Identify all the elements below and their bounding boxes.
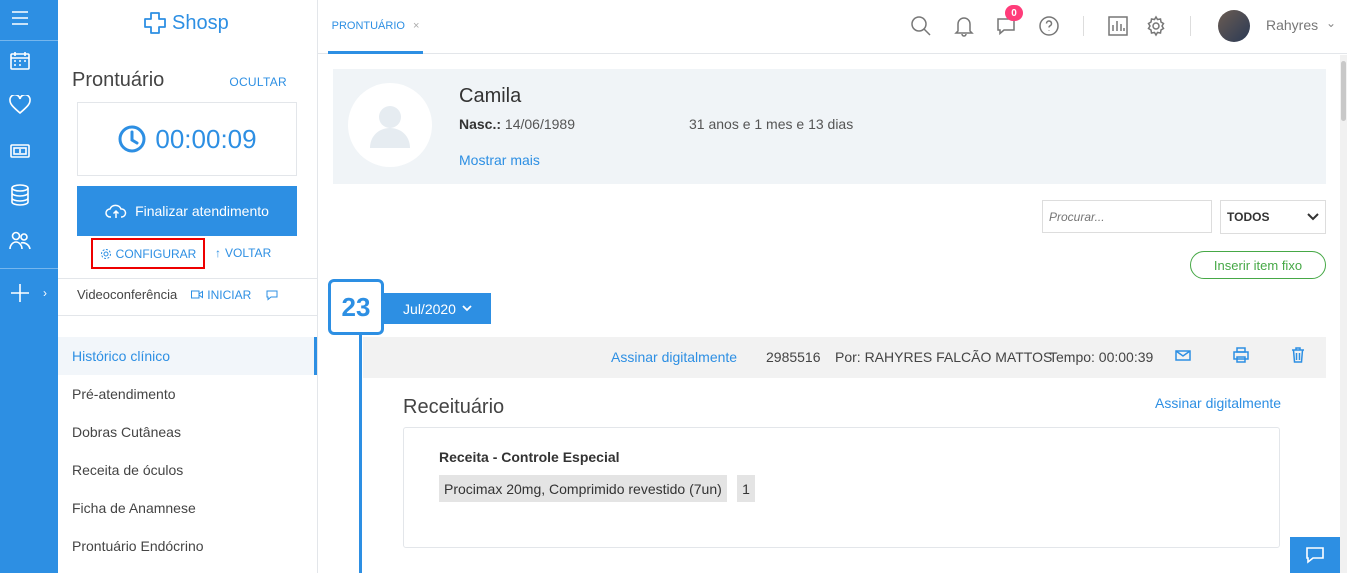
- search-input[interactable]: [1042, 200, 1212, 233]
- tab-prontuario[interactable]: PRONTUÁRIO ×: [328, 0, 423, 54]
- menu-item-pre-atendimento[interactable]: Pré-atendimento: [58, 375, 317, 413]
- finish-appointment-label: Finalizar atendimento: [135, 203, 269, 219]
- close-tab-icon[interactable]: ×: [413, 20, 419, 32]
- user-name[interactable]: Rahyres: [1266, 17, 1318, 33]
- entry-author: Por: RAHYRES FALCÃO MATTOS: [835, 349, 1053, 365]
- logo-text: Shosp: [172, 11, 229, 34]
- messages-badge: 0: [1005, 5, 1023, 21]
- email-icon[interactable]: [1175, 347, 1191, 366]
- bell-icon[interactable]: [952, 14, 976, 38]
- tab-label: PRONTUÁRIO: [331, 19, 405, 32]
- database-icon[interactable]: [0, 180, 40, 210]
- section-sign-link[interactable]: Assinar digitalmente: [1155, 395, 1281, 411]
- back-button[interactable]: ↑ VOLTAR: [215, 246, 271, 260]
- users-icon[interactable]: [0, 226, 40, 256]
- month-label: Jul/2020: [403, 300, 456, 317]
- prescription-type: Receita - Controle Especial: [439, 449, 620, 465]
- search-icon[interactable]: [909, 14, 933, 38]
- menu-item-ficha-anamnese[interactable]: Ficha de Anamnese: [58, 489, 317, 527]
- chat-bubble-icon[interactable]: [265, 289, 279, 301]
- prontuario-panel: Shosp Prontuário OCULTAR 00:00:09 Finali…: [58, 0, 318, 573]
- reports-icon[interactable]: [1106, 14, 1130, 38]
- help-icon[interactable]: [1037, 14, 1061, 38]
- rail-divider: [0, 268, 58, 269]
- filter-select-value: TODOS: [1227, 210, 1270, 224]
- topbar-divider: [1190, 16, 1191, 36]
- start-video-button[interactable]: INICIAR: [191, 288, 251, 302]
- configure-button[interactable]: CONFIGURAR: [91, 238, 205, 269]
- menu-item-prontuario-endocrino[interactable]: Prontuário Endócrino: [58, 527, 317, 565]
- menu-icon[interactable]: [0, 3, 40, 33]
- plus-icon[interactable]: [0, 278, 40, 308]
- logo[interactable]: Shosp: [142, 10, 229, 36]
- left-rail: ›: [0, 0, 58, 573]
- scrollbar-thumb[interactable]: [1341, 61, 1346, 121]
- patient-birth: Nasc.: 14/06/1989: [459, 116, 575, 132]
- show-more-link[interactable]: Mostrar mais: [459, 152, 540, 168]
- logo-icon: [144, 12, 166, 34]
- medication-item: Procimax 20mg, Comprimido revestido (7un…: [439, 475, 727, 502]
- menu-item-receita-oculos[interactable]: Receita de óculos: [58, 451, 317, 489]
- patient-name: Camila: [459, 85, 522, 107]
- birth-label: Nasc.:: [459, 116, 502, 132]
- insert-fixed-item-button[interactable]: Inserir item fixo: [1190, 251, 1326, 279]
- rail-divider: [0, 40, 58, 41]
- patient-age: 31 anos e 1 mes e 13 dias: [689, 116, 854, 132]
- chevron-down-icon[interactable]: ⌄: [1326, 16, 1336, 30]
- top-bar: PRONTUÁRIO × 0 Rahyres ⌄: [318, 0, 1347, 54]
- main-content: Camila Nasc.: 14/06/1989 31 anos e 1 mes…: [318, 55, 1340, 573]
- topbar-divider: [1083, 16, 1084, 36]
- timeline-line: [359, 334, 362, 573]
- heart-icon[interactable]: [0, 90, 40, 120]
- chevron-down-icon: [462, 305, 472, 312]
- calendar-icon[interactable]: [0, 46, 40, 76]
- entry-header: Assinar digitalmente 2985516 Por: RAHYRE…: [363, 337, 1326, 378]
- timer-value: 00:00:09: [155, 123, 257, 154]
- money-icon[interactable]: [0, 136, 40, 166]
- user-placeholder-icon: [370, 106, 410, 148]
- back-label: VOLTAR: [225, 246, 272, 260]
- start-video-label: INICIAR: [207, 287, 252, 302]
- hide-panel-link[interactable]: OCULTAR: [229, 75, 287, 89]
- entry-time: Tempo: 00:00:39: [1049, 349, 1154, 365]
- scrollbar[interactable]: [1340, 55, 1347, 573]
- videoconference-label: Videoconferência: [77, 287, 178, 302]
- print-icon[interactable]: [1233, 347, 1249, 366]
- finish-appointment-button[interactable]: Finalizar atendimento: [77, 186, 297, 236]
- divider: [58, 315, 317, 316]
- gear-icon: [100, 248, 111, 259]
- chevron-right-icon[interactable]: ›: [43, 286, 47, 300]
- settings-icon[interactable]: [1144, 14, 1168, 38]
- sign-digitally-link[interactable]: Assinar digitalmente: [611, 349, 737, 365]
- videoconference-row: Videoconferência INICIAR: [77, 287, 279, 302]
- configure-label: CONFIGURAR: [115, 246, 197, 261]
- patient-card: Camila Nasc.: 14/06/1989 31 anos e 1 mes…: [333, 69, 1326, 184]
- patient-avatar: [348, 83, 432, 167]
- timer: 00:00:09: [77, 102, 297, 176]
- video-camera-icon: [191, 290, 204, 299]
- divider: [58, 278, 317, 279]
- section-title: Receituário: [403, 396, 505, 418]
- month-dropdown[interactable]: Jul/2020: [384, 293, 491, 324]
- trash-icon[interactable]: [1291, 347, 1305, 366]
- panel-title: Prontuário: [72, 69, 165, 91]
- chat-button[interactable]: [1290, 537, 1340, 573]
- prontuario-menu: Histórico clínico Pré-atendimento Dobras…: [58, 337, 317, 565]
- entry-id: 2985516: [766, 349, 821, 365]
- prescription-box: Receita - Controle Especial Procimax 20m…: [403, 427, 1280, 548]
- birth-date: 14/06/1989: [504, 116, 575, 132]
- day-badge: 23: [328, 279, 384, 335]
- chat-icon: [1306, 547, 1324, 564]
- filter-select[interactable]: TODOS: [1220, 200, 1326, 234]
- arrow-up-icon: ↑: [215, 246, 221, 260]
- menu-item-dobras-cutaneas[interactable]: Dobras Cutâneas: [58, 413, 317, 451]
- user-avatar[interactable]: [1218, 10, 1250, 42]
- clock-icon: [118, 125, 146, 153]
- cloud-upload-icon: [105, 204, 127, 218]
- menu-item-historico-clinico[interactable]: Histórico clínico: [58, 337, 317, 375]
- medication-quantity: 1: [737, 475, 755, 502]
- chevron-down-icon: [1307, 213, 1319, 221]
